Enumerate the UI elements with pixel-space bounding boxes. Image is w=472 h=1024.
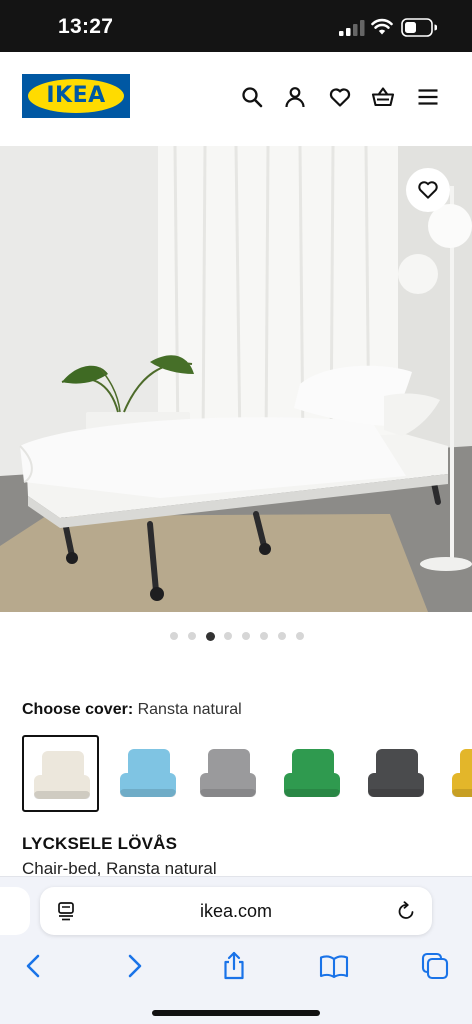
site-header: IKEA [0, 52, 472, 146]
reload-icon[interactable] [396, 901, 416, 921]
address-bar[interactable]: ikea.com [40, 887, 432, 935]
cellular-signal-icon [339, 20, 365, 36]
cover-swatch-yellow[interactable] [442, 735, 472, 812]
carousel-dot[interactable] [188, 632, 196, 640]
user-icon[interactable] [283, 85, 307, 109]
menu-icon[interactable] [416, 85, 440, 109]
favourite-button[interactable] [406, 168, 450, 212]
carousel-dot[interactable] [260, 632, 268, 640]
choose-cover-label: Choose cover: Ransta natural [22, 701, 242, 719]
battery-icon [401, 18, 437, 37]
search-icon[interactable] [240, 85, 264, 109]
cover-swatch-ransta-natural[interactable] [22, 735, 99, 812]
carousel-dot-active[interactable] [206, 631, 215, 641]
forward-icon[interactable] [120, 951, 150, 981]
browser-bottom-bar: ikea.com [0, 876, 472, 1024]
cover-swatch-grey[interactable] [190, 735, 267, 812]
screen: 13:27 IKEA Choose cover: Ransta natural … [0, 0, 472, 1024]
product-photo [0, 146, 472, 612]
choose-cover-title: Choose cover: [22, 701, 134, 718]
bookmarks-icon[interactable] [319, 951, 349, 981]
wifi-icon [371, 18, 393, 35]
chair-thumbnail [452, 749, 472, 797]
cover-swatch-dark-grey[interactable] [358, 735, 435, 812]
back-icon[interactable] [18, 951, 48, 981]
product-image[interactable] [0, 146, 472, 612]
carousel-dot[interactable] [242, 632, 250, 640]
basket-icon[interactable] [371, 85, 395, 109]
cover-swatches [22, 735, 472, 813]
cover-swatch-green[interactable] [274, 735, 351, 812]
home-indicator [152, 1010, 320, 1016]
heart-icon [418, 181, 438, 199]
heart-icon[interactable] [328, 85, 352, 109]
share-icon[interactable] [219, 951, 249, 981]
chair-thumbnail [34, 751, 90, 799]
ikea-logo[interactable]: IKEA [22, 74, 130, 118]
product-name: LYCKSELE LÖVÅS [22, 834, 178, 853]
tabs-icon[interactable] [420, 951, 450, 981]
status-time: 13:27 [58, 15, 114, 38]
choose-cover-value: Ransta natural [137, 701, 242, 718]
carousel-dot[interactable] [170, 632, 178, 640]
logo-text: IKEA [46, 83, 106, 108]
url-text: ikea.com [199, 901, 273, 921]
carousel-dots [170, 631, 310, 642]
chair-thumbnail [368, 749, 424, 797]
chair-thumbnail [120, 749, 176, 797]
chair-thumbnail [284, 749, 340, 797]
status-bar: 13:27 [0, 0, 472, 52]
previous-tab-preview[interactable] [0, 887, 30, 935]
chair-thumbnail [200, 749, 256, 797]
cover-swatch-multicolour[interactable] [110, 735, 187, 812]
carousel-dot[interactable] [278, 632, 286, 640]
carousel-dot[interactable] [224, 632, 232, 640]
carousel-dot[interactable] [296, 632, 304, 640]
